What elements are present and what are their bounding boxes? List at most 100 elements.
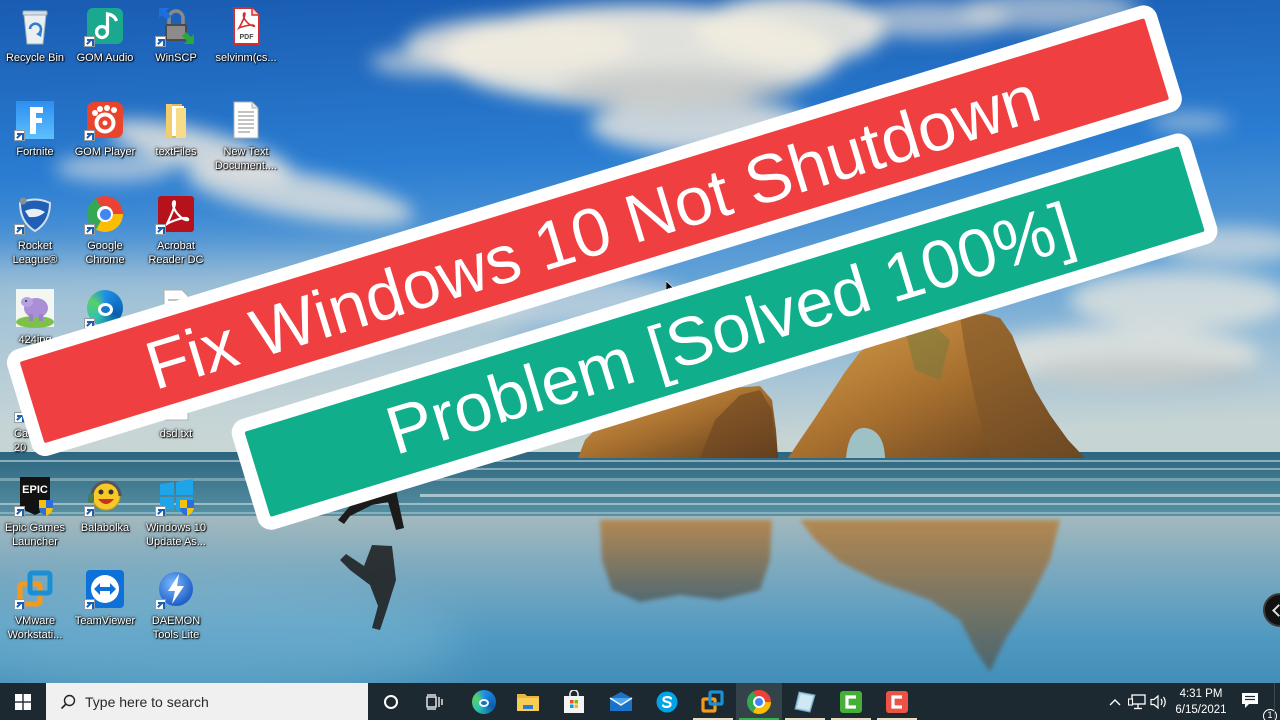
desktop-icon-teamviewer[interactable]: TeamViewer [70,569,140,628]
desktop-icon-gom-player[interactable]: GOM Player [70,100,140,159]
notification-icon [1242,692,1258,708]
show-hidden-icons-button[interactable] [1104,683,1126,720]
start-button[interactable] [0,683,46,720]
chevron-up-icon [1109,698,1121,705]
file-explorer-icon [517,693,539,711]
microsoft-store-icon [564,689,584,713]
task-view-icon [426,693,443,710]
taskbar-app-file-explorer[interactable] [505,683,551,720]
shortcut-arrow-icon [155,506,166,517]
desktop-icon-google-chrome[interactable]: Google Chrome [70,194,140,267]
icon-label: Epic Games Launcher [5,522,65,548]
desktop-icon-rocket-league[interactable]: Rocket League® [0,194,70,267]
desktop-icon-text-document[interactable] [141,288,211,333]
gom-player-icon [84,100,125,141]
rocket-league-icon [14,194,55,235]
desktop-icon-424jpg[interactable]: 424jpg [0,288,70,347]
mouse-cursor-icon [666,281,674,293]
icon-label: Windows 10 Update As... [146,522,206,548]
desktop-icon-vmware-workstation[interactable]: VMware Workstati... [0,569,70,642]
pdf-file-icon: PDF [226,6,266,46]
shortcut-arrow-icon [84,224,95,235]
edge-icon [472,689,496,714]
chrome-icon [84,194,125,235]
text-document-icon [156,382,196,422]
desktop-icon-daemon-tools-lite[interactable]: DAEMON Tools Lite [141,569,211,642]
shortcut-arrow-icon [155,599,166,610]
gom-audio-icon [84,6,125,47]
taskbar-app-mail[interactable] [598,683,644,720]
task-view-button[interactable] [412,683,458,720]
desktop-icon-balabolka[interactable]: Balabolka [70,476,140,535]
taskbar-app-vmware[interactable] [690,683,736,720]
taskbar-app-microsoft-store[interactable] [551,683,597,720]
shortcut-arrow-icon [84,318,95,329]
desktop-icon-grid: Recycle Bin GOM Audio WinSCP PDF selvinm… [0,0,1280,683]
epic-badge: EPIC [22,484,48,496]
shortcut-arrow-icon [155,36,166,47]
taskbar-app-edge[interactable] [461,683,507,720]
taskbar-app-chrome[interactable] [736,683,782,720]
shortcut-arrow-icon [84,506,95,517]
clock-date: 6/15/2021 [1175,703,1227,716]
desktop-icon-edge[interactable] [70,288,140,333]
show-desktop-button[interactable] [1274,683,1280,720]
clock-time: 4:31 PM [1179,687,1223,700]
shortcut-arrow-icon [155,224,166,235]
clock-button[interactable]: 4:31 PM 6/15/2021 [1172,683,1230,720]
desktop-icon-epic-games-launcher[interactable]: EPIC Epic Games Launcher [0,476,70,549]
vmware-icon [701,689,724,713]
recycle-bin-icon [15,6,55,46]
uac-shield-icon [39,500,53,516]
taskbar-app-notes[interactable] [782,683,828,720]
icon-label: Google Chrome [85,240,125,266]
icon-label: VMware Workstati... [7,615,63,641]
windows-update-assistant-icon [155,476,196,517]
shortcut-arrow-icon [84,599,95,610]
taskbar: 4:31 PM 6/15/2021 1 [0,683,1280,720]
desktop-icon-dsd-txt[interactable]: dsd.txt [141,382,211,441]
desktop-icon-new-text-document[interactable]: New Text Document.... [211,100,281,173]
windows-logo-icon [15,693,31,710]
chrome-icon [747,689,771,714]
desktop-icon-pdf-file[interactable]: PDF selvinm(cs... [211,6,281,65]
notes-app-icon [794,690,816,713]
chevron-left-icon [1272,604,1280,617]
taskbar-app-skype[interactable] [644,683,690,720]
desktop-icon-partially-hidden-app[interactable]: Ca 20 [0,382,70,455]
balabolka-icon [84,476,125,517]
vmware-icon [14,569,55,610]
icon-label: DAEMON Tools Lite [151,615,201,641]
network-icon [1128,693,1146,709]
search-box[interactable] [46,683,368,720]
taskbar-app-camtasia[interactable] [828,683,874,720]
daemon-tools-icon [155,569,196,610]
desktop-icon-textfiles-folder[interactable]: textFiles [141,100,211,159]
uac-shield-icon [180,500,194,516]
icon-label: dsd.txt [159,428,193,440]
shortcut-arrow-icon [14,412,25,423]
desktop-icon-gom-audio[interactable]: GOM Audio [70,6,140,65]
cortana-button[interactable] [368,683,414,720]
desktop-icon-acrobat-reader[interactable]: Acrobat Reader DC [141,194,211,267]
icon-label: Recycle Bin [5,52,65,64]
desktop-icon-recycle-bin[interactable]: Recycle Bin [0,6,70,65]
icon-label: Fortnite [16,146,54,158]
desktop-icon-fortnite[interactable]: Fortnite [0,100,70,159]
volume-button[interactable] [1148,683,1170,720]
shortcut-arrow-icon [84,36,95,47]
search-icon [60,694,76,709]
search-input[interactable] [85,693,355,710]
icon-label: 424jpg [18,334,52,346]
edge-icon [84,288,125,329]
desktop-icon-windows-10-update-assistant[interactable]: Windows 10 Update As... [141,476,211,549]
network-button[interactable] [1126,683,1148,720]
winscp-icon [155,6,196,47]
icon-label: WinSCP [155,52,197,64]
desktop-icon-winscp[interactable]: WinSCP [141,6,211,65]
action-center-button[interactable]: 1 [1232,683,1277,720]
teamviewer-icon [84,569,125,610]
epic-games-icon: EPIC [14,476,55,517]
taskbar-app-camtasia-recorder[interactable] [874,683,920,720]
app-icon [14,382,55,423]
